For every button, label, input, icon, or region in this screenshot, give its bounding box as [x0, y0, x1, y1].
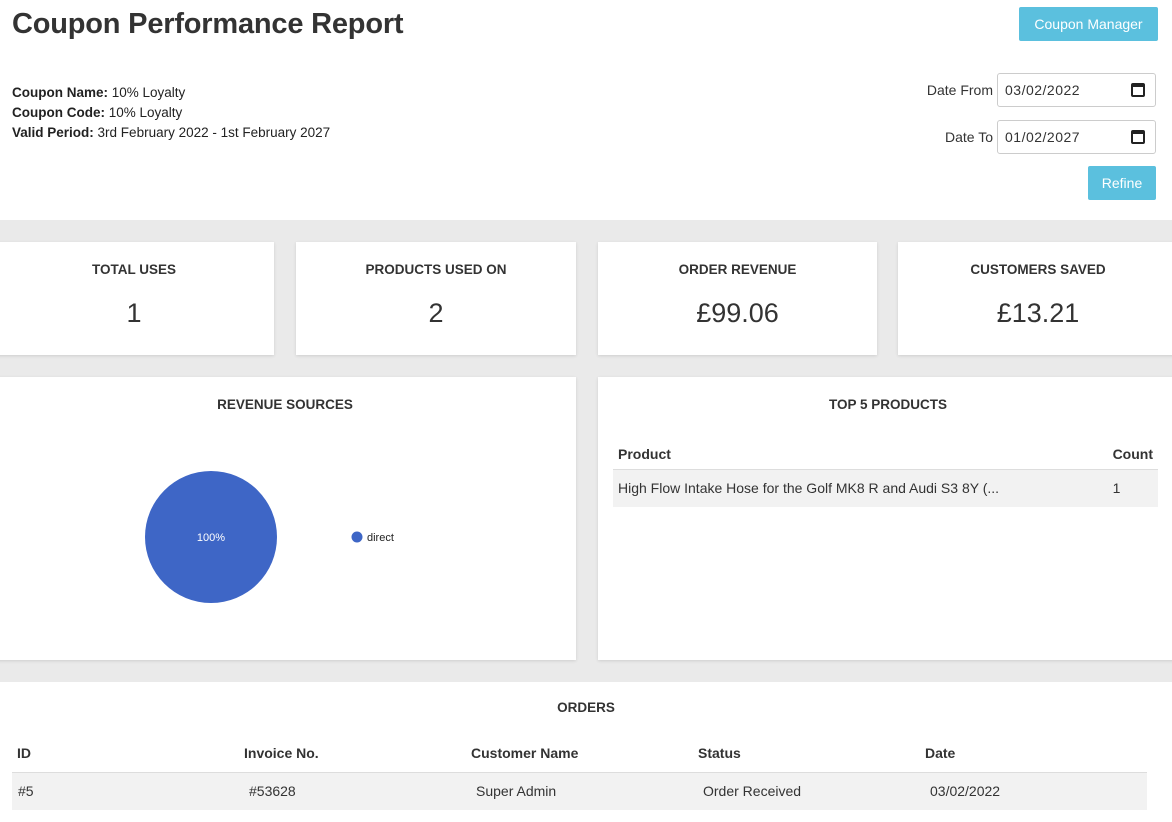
column-header-invoice: Invoice No.	[239, 734, 466, 773]
date-from-value: 03/02/2022	[1005, 82, 1081, 98]
coupon-name-label: Coupon Name:	[12, 85, 108, 100]
stat-value: 1	[126, 298, 142, 328]
coupon-info: Coupon Name: 10% Loyalty Coupon Code: 10…	[12, 83, 330, 143]
coupon-name-line: Coupon Name: 10% Loyalty	[12, 83, 330, 103]
coupon-code-line: Coupon Code: 10% Loyalty	[12, 103, 330, 123]
report-header: Coupon Performance Report Coupon Manager…	[0, 0, 1172, 220]
coupon-manager-button[interactable]: Coupon Manager	[1019, 7, 1158, 41]
order-id-cell: #5	[12, 772, 239, 810]
column-header-date: Date	[920, 734, 1147, 773]
legend-marker[interactable]	[351, 531, 363, 543]
order-date-cell: 03/02/2022	[920, 772, 1147, 810]
valid-period-line: Valid Period: 3rd February 2022 - 1st Fe…	[12, 123, 330, 143]
order-status-cell: Order Received	[693, 772, 920, 810]
calendar-icon[interactable]	[1131, 130, 1145, 144]
stat-value: 2	[428, 298, 444, 328]
stat-title: CUSTOMERS SAVED	[970, 262, 1106, 277]
date-from-label: Date From	[926, 82, 993, 98]
date-to-input[interactable]: 01/02/2027	[997, 120, 1156, 154]
product-cell: High Flow Intake Hose for the Golf MK8 R…	[613, 469, 1108, 507]
legend-label[interactable]: direct	[367, 532, 394, 544]
order-invoice-cell: #53628	[239, 772, 466, 810]
coupon-code-label: Coupon Code:	[12, 105, 105, 120]
valid-period-value: 3rd February 2022 - 1st February 2027	[97, 125, 331, 140]
orders-table: ID Invoice No. Customer Name Status Date…	[12, 734, 1147, 810]
revenue-sources-pie-chart: 100% direct	[145, 471, 394, 603]
refine-button[interactable]: Refine	[1088, 166, 1156, 200]
top-products-table: Product Count High Flow Intake Hose for …	[613, 439, 1158, 507]
table-row[interactable]: #5 #53628 Super Admin Order Received 03/…	[12, 772, 1147, 810]
valid-period-label: Valid Period:	[12, 125, 94, 140]
count-cell: 1	[1107, 469, 1158, 507]
stat-title: TOTAL USES	[91, 262, 176, 277]
stat-title: ORDER REVENUE	[678, 262, 797, 277]
stat-card-total-uses: TOTAL USES 1	[0, 242, 274, 355]
calendar-icon[interactable]	[1131, 83, 1145, 97]
stat-value: £13.21	[996, 298, 1080, 328]
page-title: Coupon Performance Report	[12, 8, 404, 40]
table-header-row: ID Invoice No. Customer Name Status Date	[12, 734, 1147, 773]
stat-card-customers-saved: CUSTOMERS SAVED £13.21	[898, 242, 1172, 355]
date-to-label: Date To	[945, 129, 993, 145]
top-products-title: TOP 5 PRODUCTS	[828, 397, 948, 412]
date-to-value: 01/02/2027	[1005, 129, 1081, 145]
revenue-sources-card: REVENUE SOURCES 100% direct	[0, 377, 576, 660]
column-header-customer-name: Customer Name	[466, 734, 693, 773]
date-from-row: Date From 03/02/2022	[927, 73, 1156, 107]
column-header-count: Count	[1107, 439, 1158, 470]
stat-card-order-revenue: ORDER REVENUE £99.06	[598, 242, 877, 355]
coupon-code-value: 10% Loyalty	[108, 105, 183, 120]
column-header-product: Product	[613, 439, 1108, 470]
table-row: High Flow Intake Hose for the Golf MK8 R…	[613, 469, 1158, 507]
pie-slice-label: 100%	[197, 532, 225, 544]
table-header-row: Product Count	[613, 439, 1158, 470]
stat-value: £99.06	[696, 298, 779, 328]
order-customer-cell: Super Admin	[466, 772, 693, 810]
date-from-input[interactable]: 03/02/2022	[997, 73, 1156, 107]
top-products-card: TOP 5 PRODUCTS Product Count High Flow I…	[598, 377, 1172, 660]
stat-card-products-used-on: PRODUCTS USED ON 2	[296, 242, 576, 355]
stat-title: PRODUCTS USED ON	[365, 262, 507, 277]
column-header-status: Status	[693, 734, 920, 773]
coupon-name-value: 10% Loyalty	[111, 85, 186, 100]
column-header-id: ID	[12, 734, 239, 773]
orders-title: ORDERS	[557, 700, 615, 715]
orders-section: ORDERS ID Invoice No. Customer Name Stat…	[0, 682, 1172, 822]
date-to-row: Date To 01/02/2027	[945, 120, 1156, 154]
